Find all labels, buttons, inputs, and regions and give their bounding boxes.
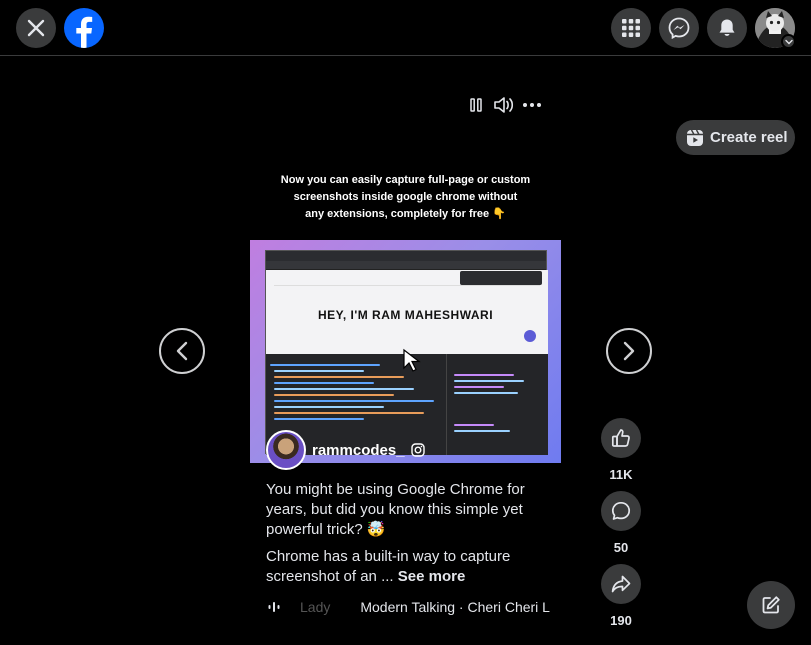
- reel-icon: [687, 129, 703, 146]
- reel-author[interactable]: rammcodes_: [266, 430, 425, 470]
- compose-icon: [762, 596, 780, 614]
- grid-menu-icon: [622, 19, 640, 37]
- description-paragraph: Chrome has a built-in way to capture scr…: [266, 547, 566, 587]
- chevron-left-icon: [176, 341, 188, 361]
- browser-tab-strip: [266, 251, 546, 261]
- menu-button[interactable]: [611, 8, 651, 48]
- code-line: [274, 400, 434, 402]
- video-caption-line: screenshots inside google chrome without: [293, 191, 518, 203]
- reel-description: You might be using Google Chrome for yea…: [266, 480, 566, 594]
- mouse-cursor-icon: [403, 348, 421, 372]
- code-line: [274, 388, 414, 390]
- code-line: [270, 364, 380, 366]
- share-count: 190: [610, 613, 632, 628]
- pause-icon: [470, 98, 482, 112]
- chevron-right-icon: [623, 341, 635, 361]
- see-more-link[interactable]: See more: [398, 568, 466, 585]
- comment-button[interactable]: [601, 491, 641, 531]
- audio-track[interactable]: Lady Modern Talking · Cheri Cheri L: [268, 597, 558, 617]
- top-bar: [0, 0, 811, 56]
- code-line: [274, 394, 394, 396]
- next-reel-button[interactable]: [606, 328, 652, 374]
- previous-reel-button[interactable]: [159, 328, 205, 374]
- site-chat-bubble: [524, 330, 536, 342]
- video-caption-line: Now you can easily capture full-page or …: [280, 174, 531, 186]
- video-caption-line: any extensions, completely for free 👇: [305, 208, 506, 220]
- notifications-button[interactable]: [707, 8, 747, 48]
- code-line: [274, 418, 364, 420]
- instagram-icon: [410, 443, 425, 457]
- comment-action: 50: [600, 491, 642, 555]
- more-horizontal-icon: [523, 103, 541, 107]
- site-hero-heading: HEY, I'M RAM MAHESHWARI: [318, 308, 494, 322]
- create-reel-label: Create reel: [710, 129, 788, 146]
- close-button[interactable]: [16, 8, 56, 48]
- code-line: [274, 376, 404, 378]
- chevron-down-icon: [784, 39, 793, 44]
- style-line: [454, 374, 514, 376]
- comment-count: 50: [613, 540, 629, 555]
- video-caption: Now you can easily capture full-page or …: [250, 172, 561, 223]
- thumbs-up-icon: [611, 429, 630, 447]
- bell-icon: [719, 19, 735, 36]
- create-reel-button[interactable]: Create reel: [676, 120, 795, 155]
- devtools-divider: [446, 354, 447, 455]
- messenger-icon: [668, 17, 690, 39]
- share-action: 190: [600, 564, 642, 628]
- browser-address-bar: [266, 261, 546, 270]
- account-menu-chevron[interactable]: [781, 34, 796, 49]
- description-paragraph: You might be using Google Chrome for yea…: [266, 481, 525, 538]
- like-button[interactable]: [601, 418, 641, 458]
- like-count: 11K: [609, 467, 633, 482]
- like-action: 11K: [600, 418, 642, 482]
- facebook-logo-icon: [76, 16, 93, 48]
- messenger-button[interactable]: [659, 8, 699, 48]
- close-icon: [27, 19, 45, 37]
- style-line: [454, 386, 504, 388]
- reel-video[interactable]: Now you can easily capture full-page or …: [250, 160, 561, 470]
- style-line: [454, 430, 510, 432]
- volume-button[interactable]: [493, 95, 515, 115]
- audio-wave-icon: [268, 602, 280, 612]
- new-message-button[interactable]: [747, 581, 795, 629]
- facebook-logo[interactable]: [64, 8, 104, 48]
- style-line: [454, 380, 524, 382]
- description-text: Chrome has a built-in way to capture scr…: [266, 548, 511, 585]
- code-line: [274, 412, 424, 414]
- browser-download-popup: [460, 271, 542, 285]
- code-line: [274, 382, 374, 384]
- audio-title: Modern Talking · Cheri Cheri L: [360, 599, 550, 615]
- volume-icon: [494, 97, 514, 113]
- code-line: [274, 370, 364, 372]
- audio-title-faded: Lady: [300, 599, 331, 615]
- author-name[interactable]: rammcodes_: [312, 442, 405, 459]
- code-line: [274, 406, 384, 408]
- author-avatar[interactable]: [266, 430, 306, 470]
- more-options-button[interactable]: [522, 95, 542, 115]
- share-button[interactable]: [601, 564, 641, 604]
- style-line: [454, 392, 518, 394]
- pause-button[interactable]: [468, 95, 484, 115]
- share-icon: [611, 575, 631, 593]
- comment-icon: [611, 501, 631, 520]
- style-line: [454, 424, 494, 426]
